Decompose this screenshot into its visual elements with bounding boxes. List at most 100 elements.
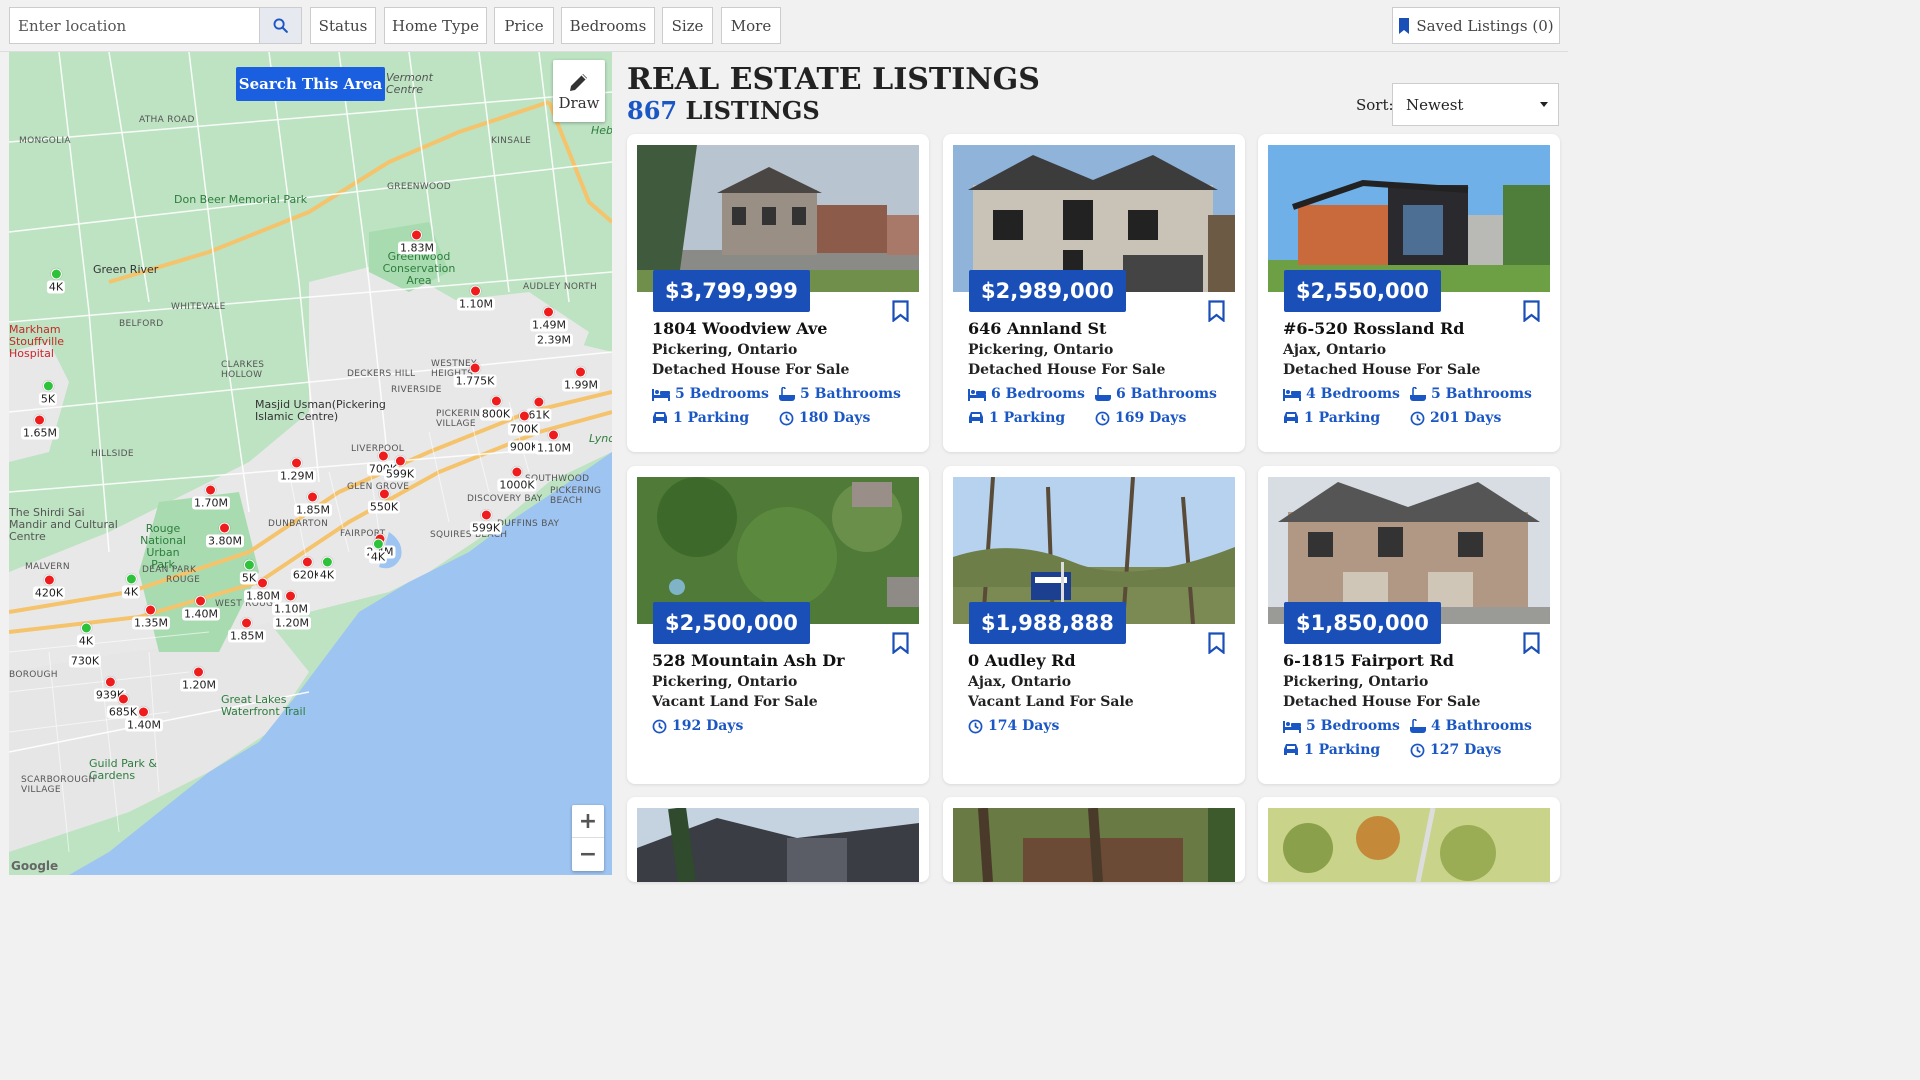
marker-dot: [321, 556, 333, 568]
place-label: HILLSIDE: [91, 449, 134, 459]
listing-address[interactable]: 6-1815 Fairport Rd: [1283, 651, 1454, 670]
listing-marker[interactable]: 1.10M: [457, 285, 495, 311]
listing-marker[interactable]: 599K: [383, 455, 417, 481]
listing-address[interactable]: 528 Mountain Ash Dr: [652, 651, 845, 670]
marker-dot: [42, 380, 54, 392]
days-info: 169 Days: [1095, 410, 1186, 426]
search-button[interactable]: [259, 8, 301, 43]
listing-marker[interactable]: 5K: [38, 380, 58, 406]
listing-city: Pickering, Ontario: [1283, 674, 1429, 690]
marker-dot: [243, 559, 255, 571]
bookmark-icon[interactable]: [1208, 632, 1225, 654]
listing-price: $2,989,000: [969, 270, 1126, 312]
size-filter[interactable]: Size: [662, 7, 713, 44]
listing-marker[interactable]: 1.65M: [21, 414, 59, 440]
listing-marker[interactable]: 4K: [368, 538, 388, 564]
marker-dot: [291, 457, 303, 469]
listing-marker[interactable]: 1.83M: [398, 229, 436, 255]
bed-icon: [1283, 721, 1301, 733]
more-filter[interactable]: More: [721, 7, 781, 44]
parking-info: 1 Parking: [1283, 410, 1380, 426]
location-input[interactable]: [10, 8, 259, 43]
place-label: Masjid Usman(Pickering Islamic Centre): [255, 398, 386, 423]
place-label: MALVERN: [25, 562, 70, 572]
caret-down-icon: [1540, 102, 1548, 107]
listing-marker[interactable]: 4K: [46, 268, 66, 294]
listing-city: Ajax, Ontario: [1283, 342, 1387, 358]
listing-marker[interactable]: 1.29M: [278, 457, 316, 483]
saved-listings-button[interactable]: Saved Listings (0): [1392, 7, 1560, 44]
bookmark-icon[interactable]: [892, 300, 909, 322]
sort-value: Newest: [1406, 95, 1464, 114]
listing-photo[interactable]: [953, 808, 1235, 882]
listing-city: Ajax, Ontario: [968, 674, 1072, 690]
listing-card[interactable]: $3,799,999 1804 Woodview Ave Pickering, …: [627, 134, 929, 452]
listing-marker[interactable]: 1.85M: [228, 617, 266, 643]
listing-photo[interactable]: [1268, 808, 1550, 882]
listing-type: Detached House For Sale: [652, 362, 850, 378]
listing-card[interactable]: $1,988,888 0 Audley Rd Ajax, Ontario Vac…: [943, 466, 1245, 784]
marker-price: 1.29M: [278, 469, 316, 483]
listing-marker[interactable]: 730K: [68, 643, 102, 668]
listing-card[interactable]: [627, 797, 929, 882]
listing-marker[interactable]: 4K: [317, 556, 337, 582]
listing-marker[interactable]: 1.40M: [125, 706, 163, 732]
listing-address[interactable]: 646 Annland St: [968, 319, 1106, 338]
bedrooms-filter[interactable]: Bedrooms: [561, 7, 655, 44]
marker-dot: [117, 693, 129, 705]
listing-marker[interactable]: 1.10M: [535, 429, 573, 455]
listing-marker[interactable]: 1.775K: [453, 362, 497, 388]
listing-marker[interactable]: 1.20M: [273, 605, 311, 630]
listings-panel: REAL ESTATE LISTINGS 867 LISTINGS Sort: …: [612, 52, 1568, 882]
listing-marker[interactable]: 1.85M: [294, 491, 332, 517]
listing-marker[interactable]: 1.35M: [132, 604, 170, 630]
listing-marker[interactable]: 599K: [469, 509, 503, 535]
listing-marker[interactable]: 3.80M: [206, 522, 244, 548]
draw-button[interactable]: Draw: [553, 60, 605, 122]
home-type-filter[interactable]: Home Type: [384, 7, 487, 44]
listing-marker[interactable]: 1.40M: [182, 595, 220, 621]
listing-marker[interactable]: 550K: [367, 488, 401, 514]
place-label: The Shirdi Sai Mandir and Cultural Centr…: [9, 506, 118, 543]
status-filter[interactable]: Status: [310, 7, 376, 44]
listing-photo[interactable]: [637, 808, 919, 882]
listing-address[interactable]: 1804 Woodview Ave: [652, 319, 827, 338]
bedrooms-info: 4 Bedrooms: [1283, 386, 1400, 402]
place-label: ROUGE: [166, 575, 201, 585]
listing-price: $1,850,000: [1284, 602, 1441, 644]
listing-marker[interactable]: 1.20M: [180, 666, 218, 692]
bathrooms-info: 5 Bathrooms: [1410, 386, 1532, 402]
place-label: Vermont Centre: [386, 71, 433, 96]
listing-address[interactable]: #6-520 Rossland Rd: [1283, 319, 1464, 338]
listing-marker[interactable]: 1.99M: [562, 366, 600, 392]
listing-address[interactable]: 0 Audley Rd: [968, 651, 1076, 670]
marker-price: 599K: [383, 467, 417, 481]
listing-marker[interactable]: 2.39M: [535, 322, 573, 347]
listing-marker[interactable]: 1000K: [497, 466, 537, 492]
sort-select[interactable]: Newest: [1392, 83, 1559, 126]
bookmark-icon[interactable]: [892, 632, 909, 654]
days-text: 201 Days: [1430, 410, 1502, 426]
search-this-area-button[interactable]: Search This Area: [236, 67, 385, 101]
bookmark-icon[interactable]: [1208, 300, 1225, 322]
listing-card[interactable]: $2,500,000 528 Mountain Ash Dr Pickering…: [627, 466, 929, 784]
listing-marker[interactable]: 420K: [32, 574, 66, 600]
zoom-in-button[interactable]: +: [572, 805, 604, 838]
bookmark-icon[interactable]: [1523, 300, 1540, 322]
zoom-out-button[interactable]: −: [572, 838, 604, 871]
listing-card[interactable]: $2,550,000 #6-520 Rossland Rd Ajax, Onta…: [1258, 134, 1560, 452]
listing-marker[interactable]: 1.70M: [192, 484, 230, 510]
listing-marker[interactable]: 4K: [121, 573, 141, 599]
bookmark-icon[interactable]: [1523, 632, 1540, 654]
map[interactable]: ATHA ROAD MONGOLIA Don Beer Memorial Par…: [9, 52, 612, 875]
parking-text: 1 Parking: [673, 410, 750, 426]
listing-card[interactable]: $1,850,000 6-1815 Fairport Rd Pickering,…: [1258, 466, 1560, 784]
price-filter[interactable]: Price: [494, 7, 554, 44]
marker-dot: [469, 362, 481, 374]
listing-card[interactable]: $2,989,000 646 Annland St Pickering, Ont…: [943, 134, 1245, 452]
listing-card[interactable]: [943, 797, 1245, 882]
listing-card[interactable]: [1258, 797, 1560, 882]
marker-dot: [411, 229, 423, 241]
place-label: Greenwood Conservation Area: [382, 250, 456, 287]
place-label: Guild Park & Gardens: [89, 757, 157, 782]
